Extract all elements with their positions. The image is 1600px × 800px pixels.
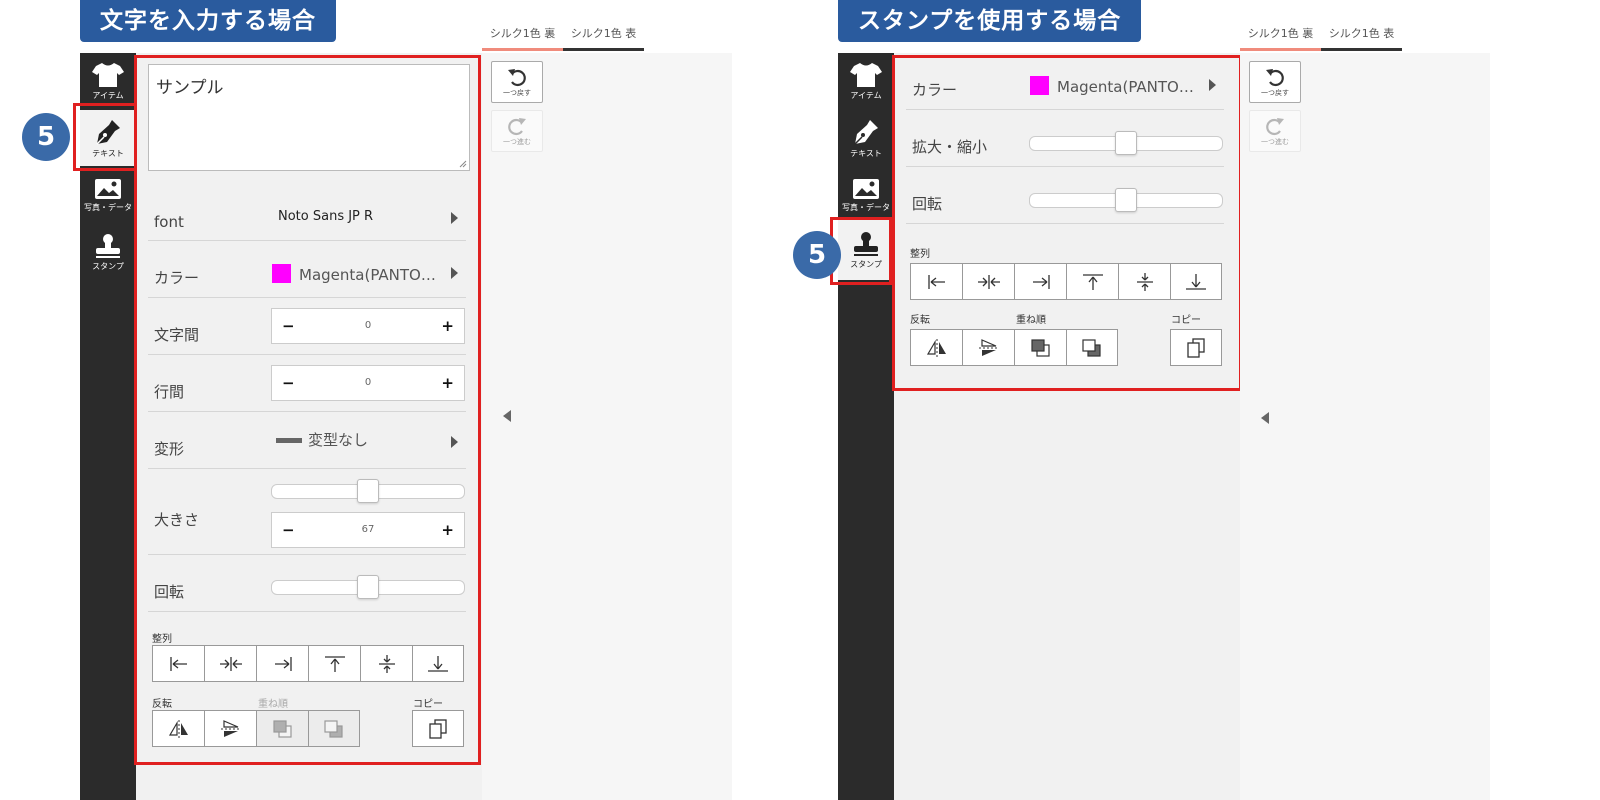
print-side-tabs: シルク1色 裏 シルク1色 表 (1240, 18, 1402, 51)
sidebar-item-label: 写真・データ (842, 202, 890, 212)
print-side-tabs: シルク1色 裏 シルク1色 表 (482, 18, 644, 51)
tab-back[interactable]: シルク1色 裏 (1240, 18, 1321, 51)
canvas-area: シルク1色 裏 シルク1色 表 一つ戻す 一つ進む (1240, 18, 1490, 800)
undo-label: 一つ戻す (503, 88, 531, 97)
undo-label: 一つ戻す (1261, 88, 1289, 97)
canvas-area: シルク1色 裏 シルク1色 表 一つ戻す 一つ進む (482, 18, 732, 800)
image-icon (95, 178, 121, 199)
settings-highlight (892, 55, 1242, 391)
sidebar-item-photo[interactable]: 写真・データ (80, 167, 136, 223)
redo-label: 一つ進む (503, 137, 531, 146)
tab-front[interactable]: シルク1色 表 (563, 18, 644, 51)
image-icon (853, 178, 879, 199)
sidebar-item-text[interactable]: テキスト (838, 110, 894, 166)
text-tab-highlight (73, 103, 137, 171)
undo-button[interactable]: 一つ戻す (1249, 61, 1301, 103)
section-title: スタンプを使用する場合 (838, 0, 1142, 42)
canvas-background (1240, 53, 1490, 800)
redo-button[interactable]: 一つ進む (491, 110, 543, 152)
tool-sidebar: アイテム テキスト 写真・データ スタンプ (838, 53, 894, 800)
canvas-background (482, 53, 732, 800)
redo-label: 一つ進む (1261, 137, 1289, 146)
text-input-example-panel: 文字を入力する場合 アイテム テキスト 写真・データ スタンプ 5 サンプル f… (0, 0, 780, 800)
undo-icon (508, 68, 526, 86)
stamp-icon (96, 233, 120, 258)
undo-icon (1266, 68, 1284, 86)
redo-button[interactable]: 一つ進む (1249, 110, 1301, 152)
collapse-panel-arrow-icon[interactable] (503, 410, 511, 422)
stamp-example-panel: スタンプを使用する場合 アイテム テキスト 写真・データ スタンプ 5 カラー … (780, 0, 1600, 800)
step-number-badge: 5 (793, 231, 841, 279)
sidebar-item-label: テキスト (850, 148, 882, 158)
tab-front[interactable]: シルク1色 表 (1321, 18, 1402, 51)
tshirt-icon (92, 62, 124, 87)
redo-icon (508, 117, 526, 135)
sidebar-item-label: アイテム (92, 90, 124, 100)
sidebar-item-label: スタンプ (92, 261, 124, 271)
settings-highlight (134, 55, 481, 765)
sidebar-item-item[interactable]: アイテム (80, 53, 136, 109)
sidebar-item-label: アイテム (850, 90, 882, 100)
undo-button[interactable]: 一つ戻す (491, 61, 543, 103)
sidebar-item-label: 写真・データ (84, 202, 132, 212)
section-title: 文字を入力する場合 (80, 0, 336, 42)
tshirt-icon (850, 62, 882, 87)
sidebar-item-item[interactable]: アイテム (838, 53, 894, 109)
collapse-panel-arrow-icon[interactable] (1261, 412, 1269, 424)
tab-back[interactable]: シルク1色 裏 (482, 18, 563, 51)
sidebar-item-stamp[interactable]: スタンプ (80, 224, 136, 280)
sidebar-item-photo[interactable]: 写真・データ (838, 167, 894, 223)
step-number-badge: 5 (22, 113, 70, 161)
pen-nib-icon (854, 119, 878, 145)
redo-icon (1266, 117, 1284, 135)
